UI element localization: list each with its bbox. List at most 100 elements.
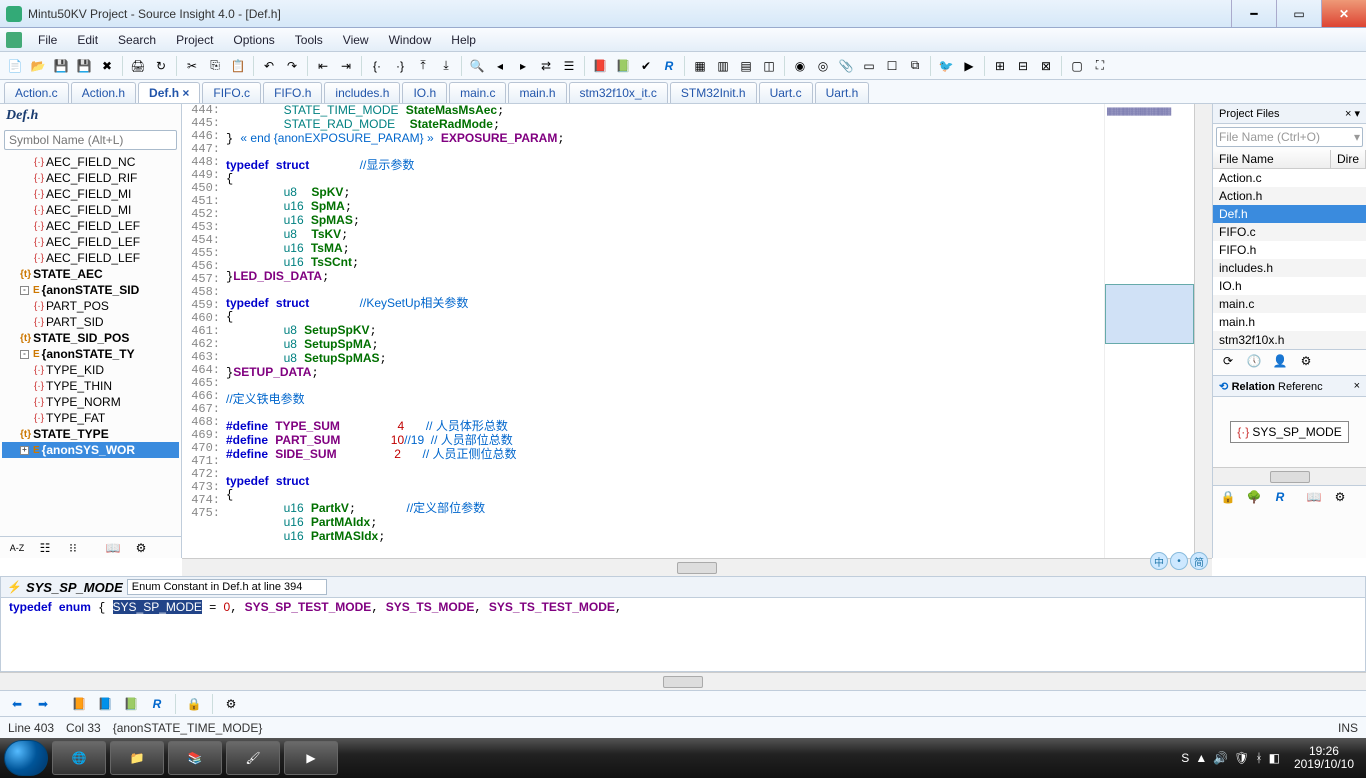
filetab-Action-h[interactable]: Action.h bbox=[71, 82, 136, 103]
rel-r-icon[interactable]: R bbox=[1269, 486, 1291, 508]
filetab-STM32Init-h[interactable]: STM32Init.h bbox=[670, 82, 757, 103]
tray-vol-icon[interactable]: ◧ bbox=[1269, 751, 1280, 765]
tray-ime-icon[interactable]: S bbox=[1181, 751, 1189, 765]
tray-net-icon[interactable]: 🔊 bbox=[1213, 751, 1228, 765]
nav-book3-icon[interactable]: 📗 bbox=[120, 693, 142, 715]
menu-project[interactable]: Project bbox=[166, 30, 223, 50]
tree-item[interactable]: {·} PART_SID bbox=[2, 314, 179, 330]
col-dir[interactable]: Dire bbox=[1331, 150, 1366, 168]
find-icon[interactable]: 🔍 bbox=[466, 55, 488, 77]
tree-item[interactable]: {t} STATE_SID_POS bbox=[2, 330, 179, 346]
align3-icon[interactable]: ⊠ bbox=[1035, 55, 1057, 77]
bird-icon[interactable]: 🐦 bbox=[935, 55, 957, 77]
filetab-Uart-h[interactable]: Uart.h bbox=[815, 82, 870, 103]
copy-icon[interactable]: ⎘ bbox=[204, 55, 226, 77]
tray-bt-icon[interactable]: ᚼ bbox=[1255, 751, 1262, 765]
task-explorer[interactable]: 📁 bbox=[110, 741, 164, 775]
filetab-stm32f10x_it-c[interactable]: stm32f10x_it.c bbox=[569, 82, 668, 103]
find-next-icon[interactable]: ▸ bbox=[512, 55, 534, 77]
clip-icon[interactable]: 📎 bbox=[835, 55, 857, 77]
relation-hscroll[interactable] bbox=[1213, 467, 1366, 485]
undo-icon[interactable]: ↶ bbox=[258, 55, 280, 77]
tree-item[interactable]: +E {anonSYS_WOR bbox=[2, 442, 179, 458]
tree-item[interactable]: {·} TYPE_NORM bbox=[2, 394, 179, 410]
window2-icon[interactable]: ☐ bbox=[881, 55, 903, 77]
indent-right-icon[interactable]: ⇥ bbox=[335, 55, 357, 77]
system-tray[interactable]: S ▲ 🔊 🛡 ᚼ ◧ 19:262019/10/10 bbox=[1181, 745, 1362, 771]
panel-close-icon[interactable]: × ▾ bbox=[1345, 107, 1360, 120]
nav-gear-icon[interactable]: ⚙ bbox=[220, 693, 242, 715]
list-view-icon[interactable]: ⁝⁝ bbox=[62, 537, 84, 559]
rel-book-icon[interactable]: 📖 bbox=[1303, 486, 1325, 508]
layout1-icon[interactable]: ▦ bbox=[689, 55, 711, 77]
tree-item[interactable]: {·} TYPE_THIN bbox=[2, 378, 179, 394]
symbol-search[interactable] bbox=[4, 130, 177, 150]
menu-window[interactable]: Window bbox=[379, 30, 442, 50]
book-view-icon[interactable]: 📖 bbox=[102, 537, 124, 559]
start-button[interactable] bbox=[4, 740, 48, 776]
filetab-Uart-c[interactable]: Uart.c bbox=[759, 82, 813, 103]
task-winrar[interactable]: 📚 bbox=[168, 741, 222, 775]
context-body[interactable]: typedef enum { SYS_SP_MODE = 0, SYS_SP_T… bbox=[1, 598, 1365, 617]
tree-item[interactable]: {·} AEC_FIELD_LEF bbox=[2, 218, 179, 234]
circle1-icon[interactable]: ◉ bbox=[789, 55, 811, 77]
block-down-icon[interactable]: ⤓ bbox=[435, 55, 457, 77]
file-row[interactable]: main.c bbox=[1213, 295, 1366, 313]
nav-lock-icon[interactable]: 🔒 bbox=[183, 693, 205, 715]
maximize-button[interactable]: ▭ bbox=[1276, 0, 1321, 27]
relation-close-icon[interactable]: × bbox=[1354, 380, 1360, 392]
filetab-Action-c[interactable]: Action.c bbox=[4, 82, 69, 103]
sort-az-icon[interactable]: A-Z bbox=[6, 537, 28, 559]
filetab-FIFO-h[interactable]: FIFO.h bbox=[263, 82, 322, 103]
tray-flag-icon[interactable]: ▲ bbox=[1195, 751, 1207, 765]
tree-item[interactable]: {·} TYPE_KID bbox=[2, 362, 179, 378]
task-app[interactable]: ▶ bbox=[284, 741, 338, 775]
book2-icon[interactable]: 📗 bbox=[612, 55, 634, 77]
nav-fwd-icon[interactable]: ➡ bbox=[32, 693, 54, 715]
doc-icon[interactable] bbox=[6, 32, 22, 48]
nav-back-icon[interactable]: ⬅ bbox=[6, 693, 28, 715]
minimap-viewport[interactable] bbox=[1105, 284, 1194, 344]
code-area[interactable]: STATE_TIME_MODE StateMasMsAec; STATE_RAD… bbox=[226, 104, 1104, 558]
tree-item[interactable]: {·} AEC_FIELD_NC bbox=[2, 154, 179, 170]
replace-icon[interactable]: ⇄ bbox=[535, 55, 557, 77]
file-row[interactable]: Action.h bbox=[1213, 187, 1366, 205]
window3-icon[interactable]: ⧉ bbox=[904, 55, 926, 77]
ime-bubbles[interactable]: 中•简 bbox=[1150, 552, 1208, 570]
run-icon[interactable]: ▶ bbox=[958, 55, 980, 77]
paste-icon[interactable]: 📋 bbox=[227, 55, 249, 77]
task-browser[interactable]: 🌐 bbox=[52, 741, 106, 775]
redo-icon[interactable]: ↷ bbox=[281, 55, 303, 77]
file-row[interactable]: includes.h bbox=[1213, 259, 1366, 277]
tree-item[interactable]: {·} TYPE_FAT bbox=[2, 410, 179, 426]
tree-item[interactable]: {·} AEC_FIELD_LEF bbox=[2, 250, 179, 266]
symbol-search-input[interactable] bbox=[9, 133, 172, 147]
taskbar[interactable]: 🌐 📁 📚 🖌 ▶ S ▲ 🔊 🛡 ᚼ ◧ 19:262019/10/10 bbox=[0, 738, 1366, 778]
filetab-FIFO-c[interactable]: FIFO.c bbox=[202, 82, 261, 103]
editor-hscroll[interactable] bbox=[182, 558, 1212, 576]
prj-sync-icon[interactable]: ⟳ bbox=[1217, 350, 1239, 372]
minimap[interactable]: ▓▓▓▓▓▓▓▓▓▓▓▓▓▓▓▓▓▓▓▓▓▓▓▓▓▓▓▓▓▓▓▓▓▓▓▓▓▓▓▓… bbox=[1104, 104, 1194, 558]
relation-node[interactable]: {·} SYS_SP_MODE bbox=[1230, 421, 1348, 443]
rel-tree-icon[interactable]: 🌳 bbox=[1243, 486, 1265, 508]
tree-item[interactable]: {·} AEC_FIELD_RIF bbox=[2, 170, 179, 186]
file-row[interactable]: main.h bbox=[1213, 313, 1366, 331]
file-row[interactable]: Def.h bbox=[1213, 205, 1366, 223]
rel-lock-icon[interactable]: 🔒 bbox=[1217, 486, 1239, 508]
prj-person-icon[interactable]: 👤 bbox=[1269, 350, 1291, 372]
filetab-main-h[interactable]: main.h bbox=[508, 82, 566, 103]
save-icon[interactable]: 💾 bbox=[50, 55, 72, 77]
filetab-includes-h[interactable]: includes.h bbox=[324, 82, 400, 103]
menu-file[interactable]: File bbox=[28, 30, 67, 50]
cut-icon[interactable]: ✂ bbox=[181, 55, 203, 77]
menu-edit[interactable]: Edit bbox=[67, 30, 108, 50]
file-row[interactable]: FIFO.h bbox=[1213, 241, 1366, 259]
find-prev-icon[interactable]: ◂ bbox=[489, 55, 511, 77]
check-icon[interactable]: ✔ bbox=[635, 55, 657, 77]
circle2-icon[interactable]: ◎ bbox=[812, 55, 834, 77]
prj-clock-icon[interactable]: 🕔 bbox=[1243, 350, 1265, 372]
layout2-icon[interactable]: ▥ bbox=[712, 55, 734, 77]
indent-left-icon[interactable]: ⇤ bbox=[312, 55, 334, 77]
nav-book2-icon[interactable]: 📘 bbox=[94, 693, 116, 715]
search-files-icon[interactable]: ☰ bbox=[558, 55, 580, 77]
